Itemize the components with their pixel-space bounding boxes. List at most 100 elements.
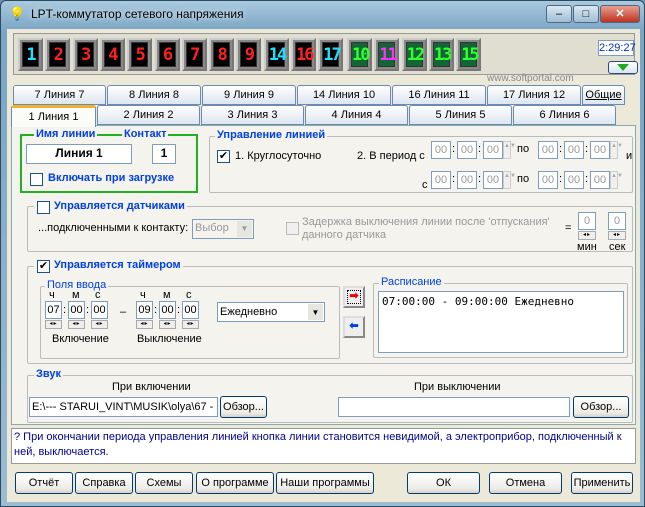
close-button[interactable]: ✕ (600, 5, 640, 23)
tab-line-4[interactable]: 4 Линия 4 (305, 105, 408, 125)
led-number: 17 (322, 42, 342, 67)
apply-button[interactable]: Применить (571, 472, 633, 494)
time-input[interactable]: 00 (564, 141, 584, 159)
time-input[interactable]: 00 (483, 141, 503, 159)
led-button-2[interactable]: 2 (45, 38, 71, 71)
browse-on-button[interactable]: Обзор... (220, 396, 267, 418)
browse-off-button[interactable]: Обзор... (573, 396, 629, 418)
delay-sec-input[interactable]: 0 (608, 212, 626, 230)
schedule-item[interactable]: 07:00:00 - 09:00:00 Ежедневно (382, 295, 620, 308)
tab-line-3[interactable]: 3 Линия 3 (201, 105, 304, 125)
time-input[interactable]: 00 (159, 301, 176, 319)
tab-7[interactable]: Общие (582, 85, 625, 105)
sound-off-file-input[interactable] (338, 397, 570, 417)
time-input[interactable]: 00 (457, 171, 477, 189)
led-button-3[interactable]: 3 (72, 38, 98, 71)
tab-3[interactable]: 9 Линия 9 (202, 85, 296, 105)
spinner[interactable]: ◂▸ (159, 320, 176, 329)
led-button-11[interactable]: 11 (374, 38, 400, 71)
spinner[interactable]: ◂▸ (182, 320, 199, 329)
led-button-14[interactable]: 14 (263, 38, 289, 71)
led-button-10[interactable]: 10 (347, 38, 372, 71)
spinner[interactable]: ◂▸ (68, 320, 85, 329)
colon: : (177, 304, 181, 316)
schemes-button[interactable]: Схемы (135, 472, 193, 494)
sec-spinner[interactable]: ◂▸ (608, 231, 626, 240)
spinner[interactable]: ▲▼ (503, 141, 516, 159)
collapse-button[interactable] (608, 61, 638, 74)
led-button-6[interactable]: 6 (154, 38, 180, 71)
led-button-15[interactable]: 15 (456, 38, 482, 71)
sensors-checkbox[interactable] (37, 201, 50, 214)
led-button-1[interactable]: 1 (18, 38, 43, 71)
contact-input[interactable]: 1 (152, 144, 176, 164)
led-number: 8 (213, 42, 231, 67)
load-checkbox[interactable] (30, 173, 43, 186)
time-input[interactable]: 00 (457, 141, 477, 159)
tab-line-6[interactable]: 6 Линия 6 (513, 105, 616, 125)
equals-label: = (565, 222, 572, 234)
spinner[interactable]: ◂▸ (136, 320, 153, 329)
tab-1[interactable]: 7 Линия 7 (13, 85, 106, 105)
time-input[interactable]: 00 (590, 171, 610, 189)
spinner[interactable]: ▲▼ (610, 141, 623, 159)
led-button-9[interactable]: 9 (236, 38, 262, 71)
led-button-4[interactable]: 4 (99, 38, 125, 71)
time-input[interactable]: 07 (45, 301, 62, 319)
time-input[interactable]: 00 (182, 301, 199, 319)
tab-line-1[interactable]: 1 Линия 1 (11, 105, 96, 127)
time-input[interactable]: 00 (538, 171, 558, 189)
ok-button[interactable]: ОК (407, 472, 480, 494)
tab-5[interactable]: 16 Линия 11 (392, 85, 486, 105)
tab-line-5[interactable]: 5 Линия 5 (409, 105, 512, 125)
time-input[interactable]: 09 (136, 301, 153, 319)
tab-6[interactable]: 17 Линия 12 (487, 85, 581, 105)
sensor-select-value: Выбор (195, 222, 229, 234)
time-input[interactable]: 00 (590, 141, 610, 159)
tab-2[interactable]: 8 Линия 8 (107, 85, 201, 105)
line-name-input[interactable]: Линия 1 (26, 144, 132, 164)
sensor-select[interactable]: Выбор ▼ (192, 219, 254, 239)
sound-on-label: При включении (112, 381, 191, 393)
sec-label: сек (609, 241, 626, 253)
time-input[interactable]: 00 (483, 171, 503, 189)
spinner[interactable]: ◂▸ (91, 320, 108, 329)
led-button-7[interactable]: 7 (181, 38, 207, 71)
time-input[interactable]: 00 (68, 301, 85, 319)
report-button[interactable]: Отчёт (15, 472, 73, 494)
sound-on-file-input[interactable]: E:\--- STARUI_VINT\MUSIK\olya\67 - Shaki… (29, 397, 218, 417)
about-button[interactable]: О программе (196, 472, 274, 494)
minimize-button[interactable]: – (546, 5, 572, 23)
time-input[interactable]: 00 (431, 141, 451, 159)
led-button-17[interactable]: 17 (318, 38, 344, 71)
time-input[interactable]: 00 (431, 171, 451, 189)
delay-checkbox[interactable] (286, 222, 299, 235)
tab-line-2[interactable]: 2 Линия 2 (97, 105, 200, 125)
tab-4[interactable]: 14 Линия 10 (297, 85, 391, 105)
led-button-16[interactable]: 16 (291, 38, 316, 71)
spinner[interactable]: ◂▸ (45, 320, 62, 329)
led-button-13[interactable]: 13 (428, 38, 454, 71)
led-button-5[interactable]: 5 (127, 38, 153, 71)
help-button[interactable]: Справка (75, 472, 133, 494)
led-panel: 1 2 3 4 5 6 7 8 9 14 16 17 10 11 12 13 15 2:29:27 (13, 33, 638, 75)
round-clock-checkbox[interactable]: ✔ (217, 150, 230, 163)
remove-schedule-button[interactable]: ⬅ (343, 316, 365, 338)
time-input[interactable]: 00 (564, 171, 584, 189)
period-select[interactable]: Ежедневно ▼ (217, 302, 325, 322)
cancel-button[interactable]: Отмена (489, 472, 562, 494)
spinner[interactable]: ▲▼ (503, 171, 516, 189)
led-button-12[interactable]: 12 (401, 38, 427, 71)
time-input[interactable]: 00 (538, 141, 558, 159)
our-programs-button[interactable]: Наши программы (276, 472, 374, 494)
timer-checkbox[interactable]: ✔ (37, 260, 50, 273)
delay-min-input[interactable]: 0 (578, 212, 596, 230)
add-schedule-button[interactable]: ➡ (343, 286, 365, 308)
delay-label: Задержка выключения линии после 'отпуска… (302, 216, 550, 228)
maximize-button[interactable]: □ (573, 5, 599, 23)
min-spinner[interactable]: ◂▸ (578, 231, 596, 240)
spinner[interactable]: ▲▼ (610, 171, 623, 189)
schedule-list[interactable]: 07:00:00 - 09:00:00 Ежедневно (378, 291, 624, 353)
led-button-8[interactable]: 8 (209, 38, 235, 71)
time-input[interactable]: 00 (91, 301, 108, 319)
